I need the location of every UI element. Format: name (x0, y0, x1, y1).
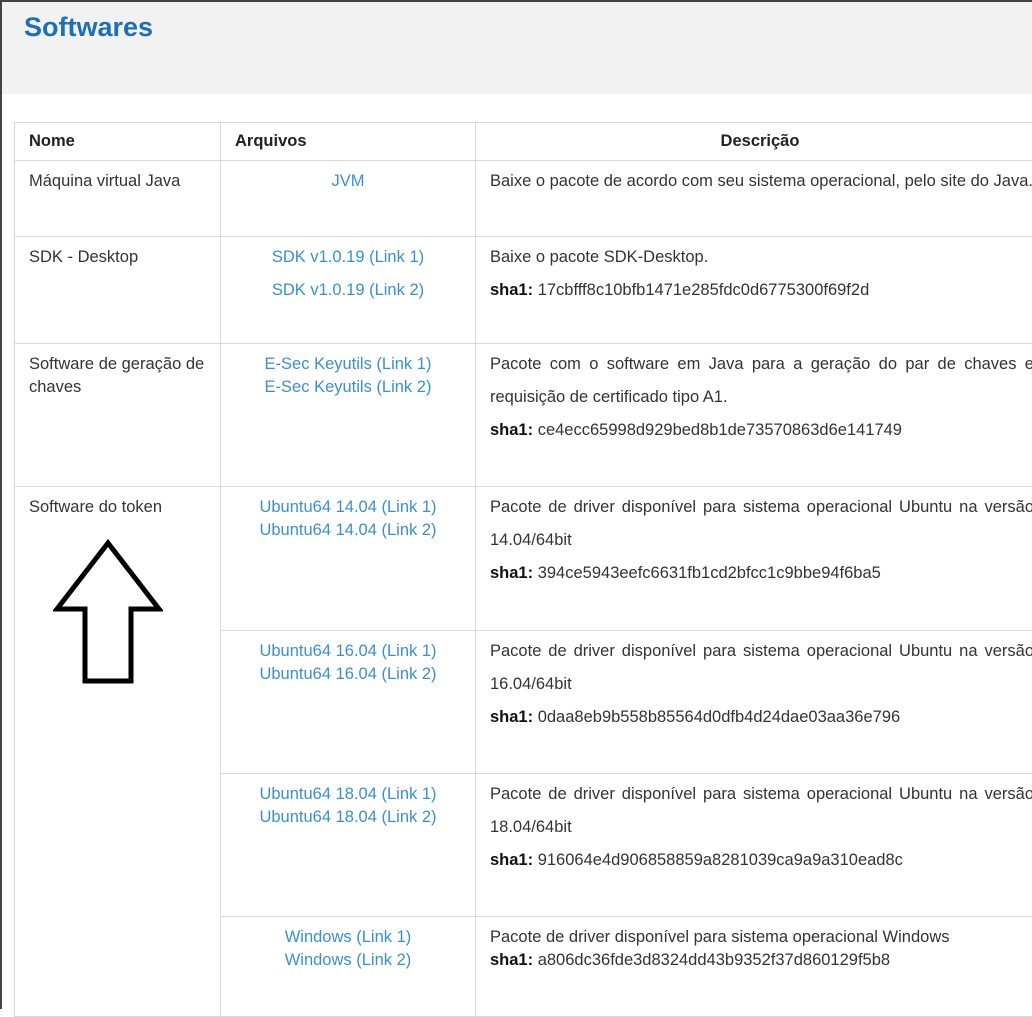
files-cell: Ubuntu64 18.04 (Link 1) Ubuntu64 18.04 (… (221, 774, 476, 917)
description-text: Pacote com o software em Java para a ger… (490, 348, 1032, 414)
sha1-label: sha1: (490, 951, 533, 969)
download-link[interactable]: Ubuntu64 18.04 (Link 2) (221, 806, 475, 829)
download-link[interactable]: Ubuntu64 14.04 (Link 2) (221, 519, 475, 542)
sha1-label: sha1: (490, 708, 533, 726)
description-cell: Pacote de driver disponível para sistema… (476, 487, 1032, 631)
download-link[interactable]: Ubuntu64 18.04 (Link 1) (221, 783, 475, 806)
description-text: Baixe o pacote SDK-Desktop. (490, 241, 1032, 274)
column-header-description: Descrição (476, 123, 1032, 161)
software-name: SDK - Desktop (15, 237, 221, 344)
description-text: Pacote de driver disponível para sistema… (490, 491, 1032, 557)
table-row: Software de geração de chaves E-Sec Keyu… (15, 344, 1032, 487)
files-cell: Windows (Link 1) Windows (Link 2) (221, 917, 476, 1017)
up-arrow-icon (53, 539, 163, 685)
sha1-value: ce4ecc65998d929bed8b1de73570863d6e141749 (538, 421, 902, 439)
description-cell: Pacote de driver disponível para sistema… (476, 774, 1032, 917)
download-link[interactable]: Windows (Link 2) (221, 949, 475, 972)
sha1-line: sha1: 916064e4d906858859a8281039ca9a9a31… (490, 844, 1032, 877)
download-link[interactable]: Windows (Link 1) (221, 926, 475, 949)
table-row: Máquina virtual Java JVM Baixe o pacote … (15, 161, 1032, 237)
table-row: Software do token Ubuntu64 14.04 (Link 1… (15, 487, 1032, 631)
description-text: Pacote de driver disponível para sistema… (490, 635, 1032, 701)
sha1-value: a806dc36fde3d8324dd43b9352f37d860129f5b8 (538, 951, 890, 969)
download-link[interactable]: SDK v1.0.19 (Link 1) (221, 241, 475, 274)
description-text: Baixe o pacote de acordo com seu sistema… (490, 170, 1032, 193)
table-row: SDK - Desktop SDK v1.0.19 (Link 1) SDK v… (15, 237, 1032, 344)
files-cell: Ubuntu64 16.04 (Link 1) Ubuntu64 16.04 (… (221, 631, 476, 774)
files-cell: Ubuntu64 14.04 (Link 1) Ubuntu64 14.04 (… (221, 487, 476, 631)
download-link[interactable]: Ubuntu64 16.04 (Link 2) (221, 663, 475, 686)
sha1-label: sha1: (490, 421, 533, 439)
page-header: Softwares (2, 2, 1032, 94)
download-link[interactable]: Ubuntu64 14.04 (Link 1) (221, 496, 475, 519)
column-header-files: Arquivos (221, 123, 476, 161)
sha1-value: 17cbfff8c10bfb1471e285fdc0d6775300f69f2d (538, 281, 870, 299)
software-name: Software do token (29, 498, 162, 516)
sha1-line: sha1: 0daa8eb9b558b85564d0dfb4d24dae03aa… (490, 701, 1032, 734)
description-cell: Pacote de driver disponível para sistema… (476, 917, 1032, 1017)
download-link[interactable]: E-Sec Keyutils (Link 2) (221, 376, 475, 399)
download-link[interactable]: E-Sec Keyutils (Link 1) (221, 353, 475, 376)
sha1-label: sha1: (490, 564, 533, 582)
sha1-label: sha1: (490, 851, 533, 869)
description-text: Pacote de driver disponível para sistema… (490, 926, 1032, 949)
files-cell: SDK v1.0.19 (Link 1) SDK v1.0.19 (Link 2… (221, 237, 476, 344)
download-link[interactable]: SDK v1.0.19 (Link 2) (221, 274, 475, 307)
column-header-name: Nome (15, 123, 221, 161)
softwares-table: Nome Arquivos Descrição Máquina virtual … (14, 122, 1032, 1017)
table-header-row: Nome Arquivos Descrição (15, 123, 1032, 161)
files-cell: JVM (221, 161, 476, 237)
description-cell: Baixe o pacote SDK-Desktop. sha1: 17cbff… (476, 237, 1032, 344)
page-title: Softwares (24, 12, 153, 43)
sha1-value: 0daa8eb9b558b85564d0dfb4d24dae03aa36e796 (538, 708, 900, 726)
description-cell: Baixe o pacote de acordo com seu sistema… (476, 161, 1032, 237)
sha1-label: sha1: (490, 281, 533, 299)
sha1-value: 394ce5943eefc6631fb1cd2bfcc1c9bbe94f6ba5 (538, 564, 881, 582)
software-name: Software de geração de chaves (15, 344, 221, 487)
description-text: Pacote de driver disponível para sistema… (490, 778, 1032, 844)
download-link[interactable]: Ubuntu64 16.04 (Link 1) (221, 640, 475, 663)
software-name-cell: Software do token (15, 487, 221, 1017)
description-cell: Pacote de driver disponível para sistema… (476, 631, 1032, 774)
description-cell: Pacote com o software em Java para a ger… (476, 344, 1032, 487)
download-link[interactable]: JVM (221, 170, 475, 193)
sha1-value: 916064e4d906858859a8281039ca9a9a310ead8c (538, 851, 903, 869)
files-cell: E-Sec Keyutils (Link 1) E-Sec Keyutils (… (221, 344, 476, 487)
sha1-line: sha1: a806dc36fde3d8324dd43b9352f37d8601… (490, 949, 1032, 972)
sha1-line: sha1: ce4ecc65998d929bed8b1de73570863d6e… (490, 414, 1032, 447)
sha1-line: sha1: 17cbfff8c10bfb1471e285fdc0d6775300… (490, 274, 1032, 307)
sha1-line: sha1: 394ce5943eefc6631fb1cd2bfcc1c9bbe9… (490, 557, 1032, 590)
software-name: Máquina virtual Java (15, 161, 221, 237)
